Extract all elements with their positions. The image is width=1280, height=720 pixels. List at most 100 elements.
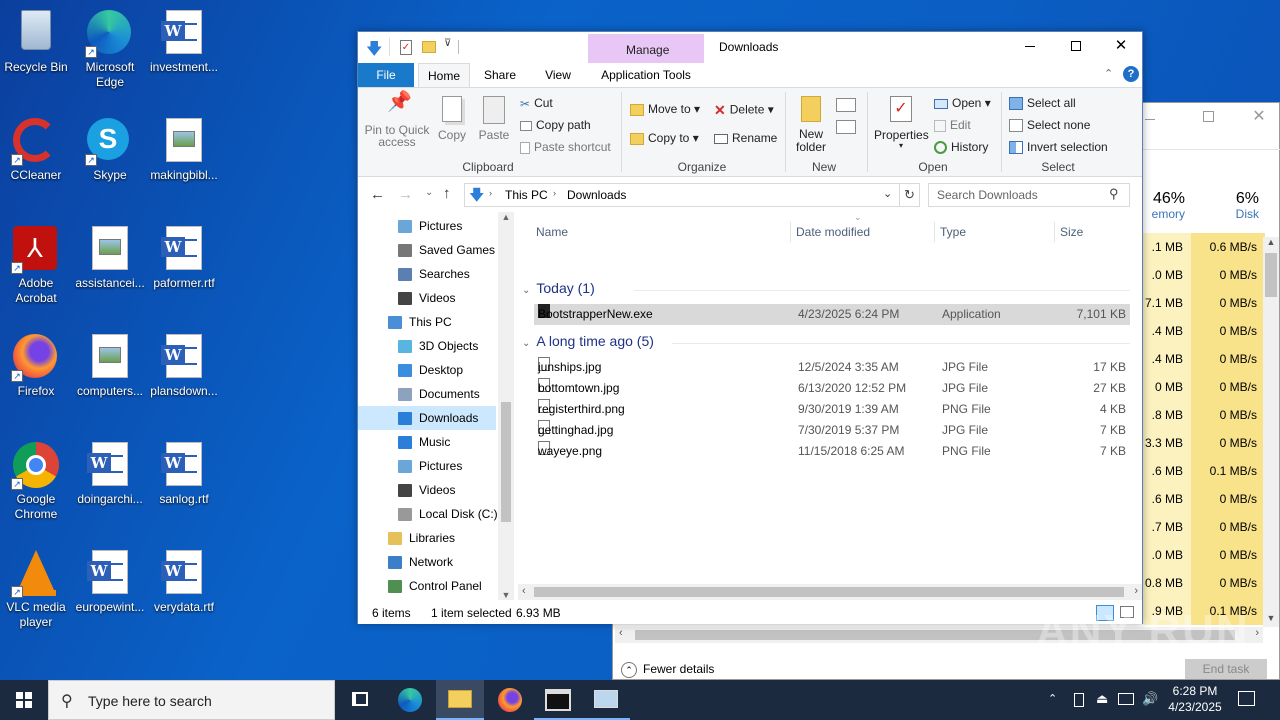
file-row[interactable]: wayeye.png 11/15/2018 6:25 AM PNG File 7 KB [534,441,1130,462]
new-folder-button[interactable]: New folder [792,96,830,154]
select-none-button[interactable]: Select none [1009,118,1090,133]
desktop-icon-word[interactable]: Wsanlog.rtf [148,436,220,507]
tab-view[interactable]: View [530,63,586,87]
desktop-icon-ccleaner[interactable]: ↗ CCleaner [0,112,72,183]
tab-file[interactable]: File [358,63,414,87]
file-row[interactable]: junships.jpg 12/5/2024 3:35 AM JPG File 17 … [534,357,1130,378]
paste-button[interactable]: Paste [476,96,512,142]
minimize-button[interactable] [1008,32,1054,62]
delete-button[interactable]: ✕ Delete ▾ [714,102,774,119]
copy-to-button[interactable]: Copy to ▾ [630,131,699,145]
address-bar[interactable]: 🡇 › This PC › Downloads ⌄ [464,183,900,207]
column-name-header[interactable]: Name [536,218,786,246]
nav-item-videos[interactable]: Videos [358,286,496,310]
address-dropdown-icon[interactable]: ⌄ [883,187,892,200]
taskbar-task-manager[interactable] [582,680,630,720]
search-box[interactable]: Search Downloads ⚲ [928,183,1130,207]
close-icon[interactable]: ✕ [1249,107,1269,127]
process-row[interactable]: .0 MB 0 MB/s [1143,261,1280,289]
desktop-icon-firefox[interactable]: ↗ Firefox [0,328,72,399]
nav-item-music[interactable]: Music [358,430,496,454]
nav-item-local-disk-c[interactable]: Local Disk (C:) [358,502,498,526]
nav-item-control-panel[interactable]: Control Panel [358,574,496,598]
desktop-icon-vlc[interactable]: ↗ VLC media player [0,544,72,630]
group-header-today[interactable]: ⌄ Today (1) [522,280,1130,300]
desktop-icon-skype[interactable]: S ↗ Skype [74,112,146,183]
nav-item-downloads[interactable]: Downloads [358,406,496,430]
recent-locations-chevron-icon[interactable]: ⌄ [425,187,433,198]
column-type-header[interactable]: Type [940,218,1052,246]
taskbar-search-box[interactable]: ⚲ Type here to search [48,680,335,720]
desktop-icon-word[interactable]: Wplansdown... [148,328,220,399]
disk-column-header[interactable]: 6% Disk [1191,190,1265,221]
copy-path-button[interactable]: Copy path [520,118,591,132]
process-row[interactable]: .6 MB 0.1 MB/s [1143,457,1280,485]
process-row[interactable]: .0 MB 0 MB/s [1143,541,1280,569]
new-folder-qa-icon[interactable] [422,41,436,53]
start-button[interactable] [0,680,48,720]
nav-item-desktop[interactable]: Desktop [358,358,496,382]
refresh-button[interactable]: ↻ [900,183,920,207]
fewer-details-button[interactable]: ⌃ Fewer details [621,659,714,679]
help-icon[interactable]: ? [1123,66,1139,82]
properties-button[interactable]: ✓ Properties ▾ [874,96,929,150]
back-arrow-icon[interactable]: ← [370,186,385,203]
show-hidden-icons-icon[interactable]: ⌃ [1048,692,1057,705]
process-row[interactable]: .4 MB 0 MB/s [1143,317,1280,345]
notifications-icon[interactable] [1238,691,1255,706]
network-icon[interactable] [1118,693,1134,705]
taskbar-edge[interactable] [386,680,434,720]
select-all-button[interactable]: Select all [1009,96,1076,111]
usb-icon[interactable]: ⏏ [1096,691,1108,707]
clock[interactable]: 6:28 PM 4/23/2025 [1160,683,1230,715]
nav-item-this-pc[interactable]: This PC [358,310,496,334]
scrollbar[interactable]: ▲ ▼ [1263,237,1279,627]
desktop-icon-picture[interactable]: computers... [74,328,146,399]
process-row[interactable]: 3.3 MB 0 MB/s [1143,429,1280,457]
process-row[interactable]: 0.8 MB 0 MB/s [1143,569,1280,597]
memory-column-header[interactable]: 46% emory [1143,190,1191,221]
process-row[interactable]: .8 MB 0 MB/s [1143,401,1280,429]
nav-item-videos[interactable]: Videos [358,478,496,502]
tab-application-tools[interactable]: Application Tools [588,63,704,87]
forward-arrow-icon[interactable]: → [398,186,413,203]
nav-item-searches[interactable]: Searches [358,262,496,286]
battery-icon[interactable] [1074,693,1084,707]
desktop-icon-word[interactable]: Winvestment... [148,4,220,75]
taskbar-cmd[interactable] [534,680,582,720]
open-button[interactable]: Open ▾ [934,96,991,110]
tab-home[interactable]: Home [418,63,470,88]
invert-selection-button[interactable]: Invert selection [1009,140,1108,155]
history-button[interactable]: History [934,140,988,155]
edit-button[interactable]: Edit [934,118,971,132]
process-row[interactable]: .1 MB 0.6 MB/s [1143,233,1280,261]
process-row[interactable]: 0 MB 0 MB/s [1143,373,1280,401]
volume-icon[interactable]: 🔊 [1142,691,1158,707]
list-hscroll[interactable]: ‹ › [518,584,1142,600]
column-size-header[interactable]: Size [1060,218,1130,246]
quick-access-down-arrow-icon[interactable]: 🡇 [366,38,382,65]
copy-button[interactable]: Copy [434,96,470,142]
nav-item-libraries[interactable]: Libraries [358,526,496,550]
taskbar-file-explorer[interactable] [436,680,484,720]
breadcrumb-downloads[interactable]: Downloads [567,188,626,202]
nav-item-saved-games[interactable]: Saved Games [358,238,496,262]
process-row[interactable]: 7.1 MB 0 MB/s [1143,289,1280,317]
properties-check-icon[interactable]: ✓ [400,40,412,55]
collapse-ribbon-icon[interactable]: ⌃ [1104,67,1113,80]
nav-item-documents[interactable]: Documents [358,382,496,406]
process-row[interactable]: .6 MB 0 MB/s [1143,485,1280,513]
customize-qa-dropdown-icon[interactable]: ⊽ [444,38,451,49]
desktop-icon-picture[interactable]: makingbibl... [148,112,220,183]
new-item-icon[interactable] [836,98,856,112]
nav-scrollbar[interactable]: ▲ ▼ [498,212,514,600]
desktop-icon-acrobat[interactable]: ⅄ ↗ Adobe Acrobat [0,220,72,306]
maximize-button[interactable] [1054,32,1100,62]
column-date-header[interactable]: Date modified [796,218,932,246]
easy-access-icon[interactable] [836,120,856,134]
move-to-button[interactable]: Move to ▾ [630,102,700,116]
nav-item-pictures[interactable]: Pictures [358,454,496,478]
process-row[interactable]: .7 MB 0 MB/s [1143,513,1280,541]
desktop-icon-chrome[interactable]: ↗ Google Chrome [0,436,72,522]
paste-shortcut-button[interactable]: Paste shortcut [520,140,611,154]
